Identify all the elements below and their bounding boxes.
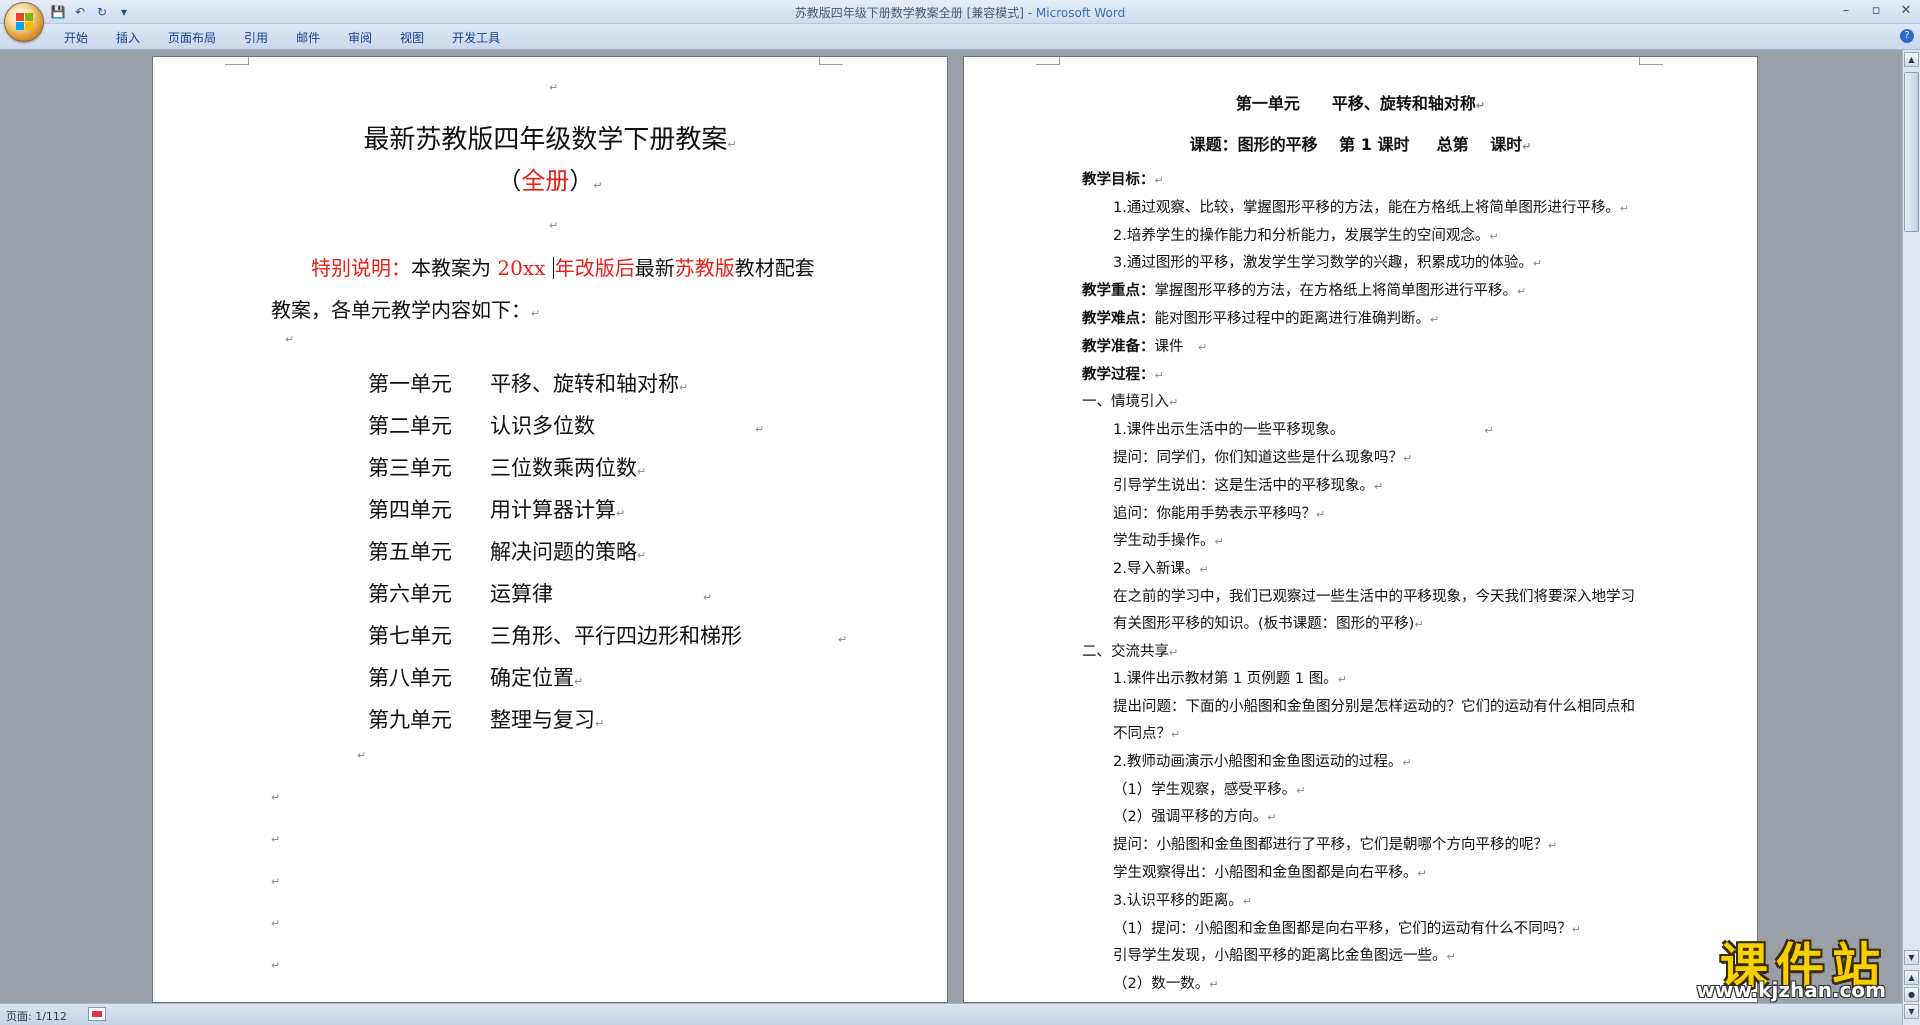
paragraph-mark: ↵ — [271, 917, 281, 930]
window-controls: – ▫ ✕ — [1838, 3, 1914, 19]
list-item: 第八单元 确定位置↵ — [368, 666, 584, 690]
list-item: 学生观察得出：小船图和金鱼图都是向右平移。↵ — [1113, 864, 1427, 881]
paragraph-mark: ↵ — [549, 219, 559, 232]
list-item: 追问：你能用手势表示平移吗？↵ — [1113, 505, 1326, 522]
spelling-check-icon[interactable] — [88, 1007, 106, 1021]
document-workspace: ↵ 最新苏教版四年级数学下册教案↵ （全册）↵ ↵ 特别说明：本教案为 20xx… — [0, 50, 1902, 1003]
list-item: 引导学生发现，小船图平移的距离比金鱼图远一些。↵ — [1113, 948, 1456, 965]
tab-developer[interactable]: 开发工具 — [438, 29, 514, 46]
list-item: （1）学生观察，感受平移。↵ — [1113, 781, 1306, 798]
tab-page-layout[interactable]: 页面布局 — [154, 29, 230, 46]
tab-insert[interactable]: 插入 — [102, 29, 154, 46]
scrollbar-thumb[interactable] — [1904, 72, 1919, 232]
page-counter[interactable]: 页面: 1/112 — [6, 1008, 67, 1024]
paragraph-mark: ↵ — [357, 749, 367, 762]
list-item: 3.通过图形的平移，激发学生学习数学的兴趣，积累成功的体验。↵ — [1113, 255, 1543, 272]
list-item: 第二单元 认识多位数 ↵ — [368, 414, 765, 438]
watermark-url: www.kjzhan.com — [1696, 978, 1886, 1002]
status-bar: 页面: 1/112 — [0, 1003, 1902, 1025]
tab-mailings[interactable]: 邮件 — [282, 29, 334, 46]
document-subtitle: （全册）↵ — [497, 167, 603, 195]
list-item: 第四单元 用计算器计算↵ — [368, 498, 626, 522]
list-item: 第五单元 解决问题的策略↵ — [368, 540, 647, 564]
list-item: 第七单元 三角形、平行四边形和梯形 ↵ — [368, 624, 848, 648]
list-item: 引导学生说出：这是生活中的平移现象。↵ — [1113, 477, 1384, 494]
tab-view[interactable]: 视图 — [386, 29, 438, 46]
paragraph-mark: ↵ — [271, 875, 281, 888]
list-item: 第九单元 整理与复习↵ — [368, 708, 605, 732]
ribbon-tabs-bar: 开始 插入 页面布局 引用 邮件 审阅 视图 开发工具 ? — [0, 24, 1920, 50]
document-title: 苏教版四年级下册数学教案全册 [兼容模式] - — [794, 6, 1036, 20]
maximize-icon[interactable]: ▫ — [1868, 3, 1884, 19]
title-bar: 💾 ↶ ↻ ▾ 苏教版四年级下册数学教案全册 [兼容模式] - Microsof… — [0, 0, 1920, 24]
list-item: 1.课件出示教材第 1 页例题 1 图。↵ — [1113, 671, 1347, 688]
unit-heading: 第一单元 平移、旋转和轴对称↵ — [1235, 94, 1486, 113]
list-item: 第六单元 运算律 ↵ — [368, 582, 713, 606]
list-item: 第一单元 平移、旋转和轴对称↵ — [368, 372, 689, 396]
list-item: （2）数一数。↵ — [1113, 976, 1219, 993]
app-name: Microsoft Word — [1035, 6, 1126, 20]
list-item: 3.认识平移的距离。↵ — [1113, 892, 1253, 909]
list-item: （1）提问：小船图和金鱼图都是向右平移，它们的运动有什么不同吗？↵ — [1113, 920, 1581, 937]
margin-corner-mark — [819, 57, 843, 65]
section-label: 教学过程：↵ — [1082, 366, 1164, 383]
unit-list: 第一单元 平移、旋转和轴对称↵ 第二单元 认识多位数 ↵ 第三单元 三位数乘两位数↵ 第… — [368, 363, 847, 741]
paragraph-mark: ↵ — [285, 333, 295, 346]
list-item: 提问：同学们，你们知道这些是什么现象吗？↵ — [1113, 449, 1413, 466]
list-item: 2.教师动画演示小船图和金鱼图运动的过程。↵ — [1113, 753, 1412, 770]
list-item: 2.培养学生的操作能力和分析能力，发展学生的空间观念。↵ — [1113, 227, 1499, 244]
section-label: 教学目标：↵ — [1082, 172, 1164, 188]
help-icon[interactable]: ? — [1900, 29, 1914, 43]
close-icon[interactable]: ✕ — [1898, 3, 1914, 19]
list-item: 学生动手操作。↵ — [1113, 533, 1224, 550]
paragraph-mark: ↵ — [271, 959, 281, 972]
minimize-icon[interactable]: – — [1838, 3, 1854, 19]
teaching-key-point: 教学重点：掌握图形平移的方法，在方格纸上将简单图形进行平移。↵ — [1082, 283, 1527, 300]
paragraph-mark: ↵ — [271, 833, 281, 846]
list-item: 第三单元 三位数乘两位数↵ — [368, 456, 647, 480]
note-label: 特别说明： — [311, 256, 411, 280]
tab-review[interactable]: 审阅 — [334, 29, 386, 46]
office-logo-icon — [16, 13, 34, 31]
teaching-difficulty: 教学难点：能对图形平移过程中的距离进行准确判断。↵ — [1082, 310, 1440, 327]
window-title: 苏教版四年级下册数学教案全册 [兼容模式] - Microsoft Word — [0, 4, 1920, 21]
margin-corner-mark — [1639, 57, 1663, 65]
margin-corner-mark — [1036, 57, 1060, 65]
section-heading: 一、情境引入↵ — [1082, 394, 1179, 411]
tab-home[interactable]: 开始 — [50, 29, 102, 46]
lesson-body: 教学目标：↵ 1.通过观察、比较，掌握图形平移的方法，能在方格纸上将简单图形进行… — [1082, 167, 1642, 999]
list-item: （2）强调平移的方向。↵ — [1113, 809, 1277, 826]
list-item: 提问：小船图和金鱼图都进行了平移，它们是朝哪个方向平移的呢？↵ — [1113, 837, 1558, 854]
next-page-icon[interactable]: ▼ — [1904, 1004, 1919, 1019]
special-note-paragraph: 特别说明：本教案为 20xx 年改版后最新苏教版教材配套教案，各单元教学内容如下… — [271, 256, 815, 322]
list-item: 在之前的学习中，我们已观察过一些生活中的平移现象，今天我们将要深入地学习有关图形… — [1113, 588, 1635, 632]
list-item: 提出问题：下面的小船图和金鱼图分别是怎样运动的？它们的运动有什么相同点和不同点？… — [1113, 699, 1635, 742]
site-watermark: 课件站 www.kjzhan.com — [1654, 926, 1894, 1004]
tab-references[interactable]: 引用 — [230, 29, 282, 46]
section-heading: 二、交流共享↵ — [1082, 643, 1179, 660]
scroll-down-icon[interactable]: ▼ — [1904, 950, 1919, 965]
list-item: 2.导入新课。↵ — [1113, 561, 1209, 578]
teaching-preparation: 教学准备：课件 ↵ — [1082, 338, 1208, 355]
paragraph-mark: ↵ — [271, 791, 281, 804]
document-main-title: 最新苏教版四年级数学下册教案↵ — [363, 125, 737, 155]
list-item: 1.通过观察、比较，掌握图形平移的方法，能在方格纸上将简单图形进行平移。↵ — [1113, 199, 1630, 216]
list-item: 1.课件出示生活中的一些平移现象。 ↵ — [1113, 422, 1494, 439]
text-cursor — [552, 257, 554, 279]
office-button[interactable] — [4, 2, 44, 42]
scroll-up-icon[interactable]: ▲ — [1904, 52, 1919, 67]
document-page-2[interactable]: 第一单元 平移、旋转和轴对称↵ 课题：图形的平移 第 1 课时 总第 课时↵ 教… — [963, 56, 1758, 1003]
margin-corner-mark — [225, 57, 249, 65]
lesson-heading: 课题：图形的平移 第 1 课时 总第 课时↵ — [1189, 135, 1532, 154]
vertical-scrollbar[interactable]: ▲ ▼ ▲ ● ▼ — [1902, 50, 1920, 1025]
ribbon-tabs: 开始 插入 页面布局 引用 邮件 审阅 视图 开发工具 — [50, 29, 514, 46]
previous-page-icon[interactable]: ▲ — [1904, 970, 1919, 985]
document-page-1[interactable]: ↵ 最新苏教版四年级数学下册教案↵ （全册）↵ ↵ 特别说明：本教案为 20xx… — [152, 56, 948, 1003]
paragraph-mark: ↵ — [549, 81, 559, 94]
browse-object-icon[interactable]: ● — [1904, 987, 1919, 1002]
